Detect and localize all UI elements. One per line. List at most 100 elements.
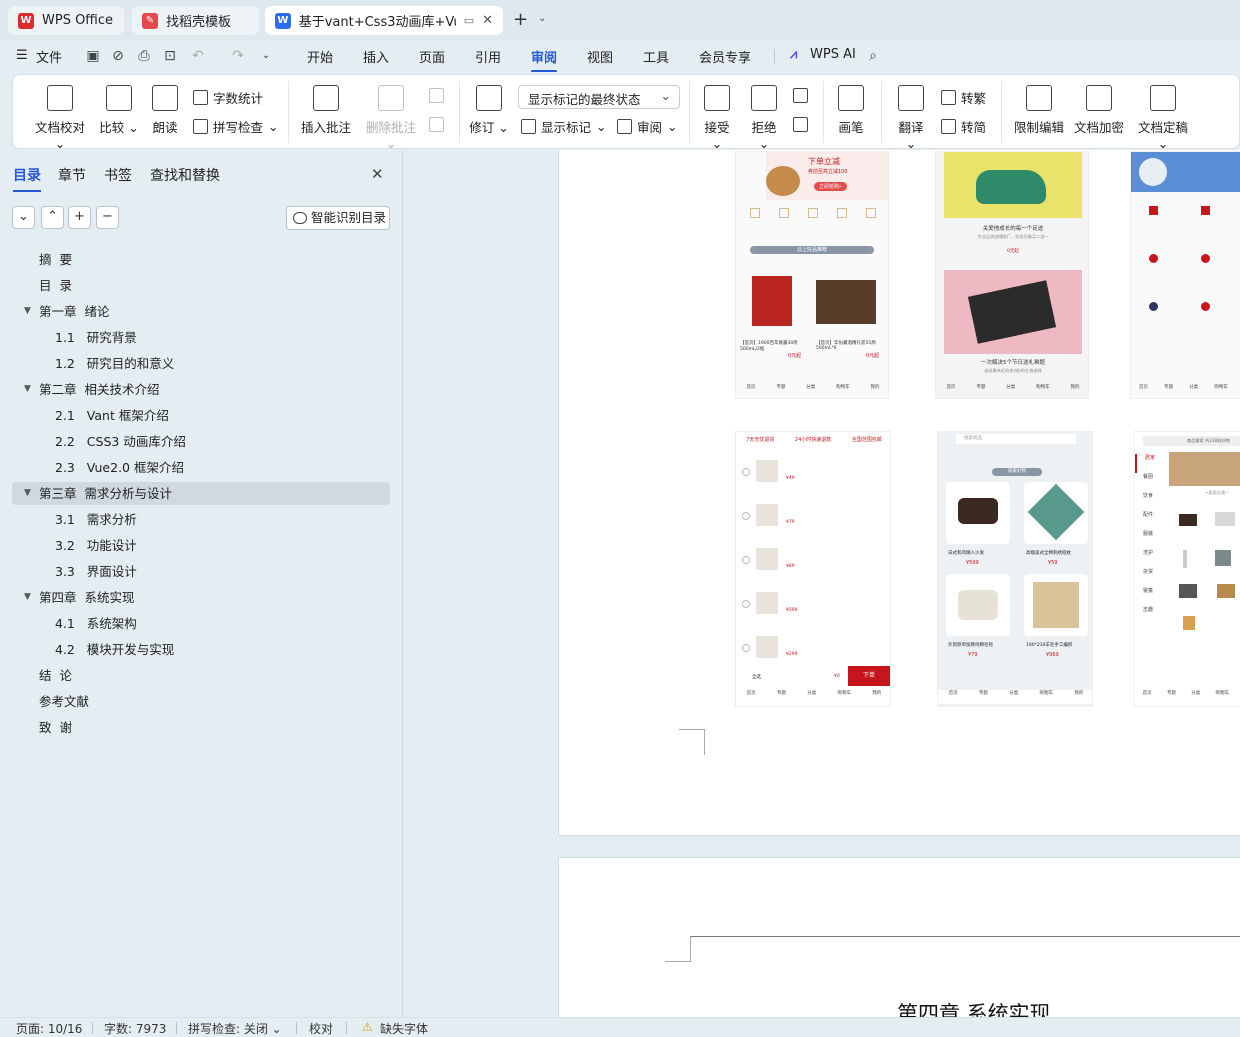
tab-docer-templates[interactable]: ✎ 找稻壳模板 — [132, 6, 259, 35]
prev-comment-button[interactable] — [429, 88, 444, 103]
hamburger-icon[interactable]: ☰ — [16, 48, 28, 63]
toc-item[interactable]: 2.1 Vant 框架介绍 — [12, 404, 390, 427]
nav-item: 购物车 — [1036, 385, 1050, 390]
tab-find-replace[interactable]: 查找和替换 — [150, 165, 220, 185]
nav-item: 首页 — [746, 691, 756, 696]
encrypt-button[interactable]: 文档加密 — [1073, 85, 1125, 136]
menu-insert[interactable]: 插入 — [363, 47, 389, 66]
checkbox-icon — [742, 556, 750, 564]
toc-item[interactable]: ▼ 第四章 系统实现 — [12, 586, 390, 609]
search-icon[interactable]: ⌕ — [865, 48, 881, 64]
toc-item[interactable]: 3.1 需求分析 — [12, 508, 390, 531]
tab-toc[interactable]: 目录 — [13, 165, 41, 192]
export-icon[interactable]: ⊘ — [110, 48, 126, 64]
toc-item-label: 2.3 Vue2.0 框架介绍 — [55, 460, 184, 475]
menu-review[interactable]: 审阅 — [531, 47, 558, 72]
tab-chapters[interactable]: 章节 — [58, 165, 86, 185]
to-simplified-button[interactable]: 转简 — [941, 117, 986, 136]
collapse-all-button[interactable]: ⌄ — [12, 206, 35, 229]
reject-button[interactable]: 拒绝 ⌄ — [746, 85, 782, 151]
menu-member[interactable]: 会员专享 — [699, 47, 751, 66]
toc-item[interactable]: 结 论 — [12, 664, 390, 687]
menu-view[interactable]: 视图 — [587, 47, 613, 66]
smart-toc-button[interactable]: 智能识别目录 — [286, 206, 390, 230]
spell-check-button[interactable]: 拼写检查 ⌄ — [193, 117, 279, 136]
expand-arrow-icon[interactable]: ▼ — [24, 586, 31, 609]
chevron-down-icon[interactable]: ⌄ — [538, 13, 546, 24]
finalize-button[interactable]: 文档定稿 ⌄ — [1133, 85, 1193, 151]
next-change-button[interactable] — [793, 117, 808, 132]
delete-comment-button[interactable]: 删除批注 ⌄ — [360, 85, 422, 151]
remove-heading-button[interactable]: − — [96, 206, 119, 229]
restrict-edit-button[interactable]: 限制编辑 — [1013, 85, 1065, 136]
expand-arrow-icon[interactable]: ▼ — [24, 378, 31, 401]
category-row — [740, 208, 886, 228]
menu-start[interactable]: 开始 — [307, 47, 333, 66]
toc-item[interactable]: ▼ 第二章 相关技术介绍 — [12, 378, 390, 401]
print-icon[interactable]: ⎙ — [136, 48, 152, 64]
to-traditional-button[interactable]: 转繁 — [941, 88, 986, 107]
markup-state-select[interactable]: 显示标记的最终状态 ⌄ — [518, 85, 680, 109]
wps-ai-icon[interactable]: ⩘ — [790, 47, 797, 62]
menu-page[interactable]: 页面 — [419, 47, 445, 66]
missing-font-status[interactable]: 缺失字体 — [380, 1020, 428, 1037]
pen-button[interactable]: 画笔 — [835, 85, 867, 136]
toc-item[interactable]: 致 谢 — [12, 716, 390, 739]
toc-item[interactable]: 3.2 功能设计 — [12, 534, 390, 557]
more-chevron-icon[interactable]: ⌄ — [258, 48, 274, 64]
toc-item[interactable]: ▼ 第一章 绪论 — [12, 300, 390, 323]
compare-button[interactable]: 比较 ⌄ — [99, 85, 139, 136]
toc-item[interactable]: 1.1 研究背景 — [12, 326, 390, 349]
toc-item[interactable]: 摘 要 — [12, 248, 390, 271]
encrypt-icon — [1086, 85, 1112, 111]
topic-subcaption: 送给最亲近的他(她)的礼物选择 — [984, 368, 1042, 373]
accept-button[interactable]: 接受 ⌄ — [699, 85, 735, 151]
prev-change-button[interactable] — [793, 88, 808, 103]
toc-item[interactable]: 目 录 — [12, 274, 390, 297]
translate-button[interactable]: 翻译 ⌄ — [893, 85, 929, 151]
product-image — [816, 280, 876, 324]
toc-item[interactable]: 3.3 界面设计 — [12, 560, 390, 583]
tab-current-document[interactable]: W 基于vant+Css3动画库+Vue2. ▭ ✕ — [265, 6, 503, 35]
search-bar: 搜索商品 — [956, 434, 1076, 444]
menu-file[interactable]: 文件 — [36, 47, 62, 66]
tab-wps-office[interactable]: W WPS Office — [8, 6, 124, 35]
page-indicator[interactable]: 页面: 10/16 — [16, 1020, 82, 1037]
close-tab-icon[interactable]: ✕ — [482, 13, 493, 28]
redo-icon[interactable]: ↷ — [230, 48, 246, 64]
menu-reference[interactable]: 引用 — [475, 47, 501, 66]
review-pane-button[interactable]: 审阅 ⌄ — [617, 117, 678, 136]
new-tab-icon[interactable]: + — [513, 9, 528, 30]
menu-wps-ai[interactable]: WPS AI — [810, 47, 856, 62]
toc-item[interactable]: 2.3 Vue2.0 框架介绍 — [12, 456, 390, 479]
save-icon[interactable]: ▣ — [85, 48, 101, 64]
word-count[interactable]: 字数: 7973 — [104, 1020, 166, 1037]
show-markup-button[interactable]: 显示标记 ⌄ — [521, 117, 607, 136]
add-heading-button[interactable]: + — [68, 206, 91, 229]
spell-check-status[interactable]: 拼写检查: 关闭 ⌄ — [188, 1020, 282, 1037]
toc-item[interactable]: 参考文献 — [12, 690, 390, 713]
category-item: 餐厨 — [1143, 474, 1154, 480]
read-aloud-button[interactable]: 朗读 — [148, 85, 182, 136]
close-icon[interactable]: ✕ — [371, 165, 384, 183]
expand-arrow-icon[interactable]: ▼ — [24, 482, 31, 505]
cart-item-price: ¥79 — [786, 520, 795, 525]
toc-item[interactable]: 4.2 模块开发与实现 — [12, 638, 390, 661]
proofread-button[interactable]: 文档校对 ⌄ — [29, 85, 91, 151]
toc-item[interactable]: 2.2 CSS3 动画库介绍 — [12, 430, 390, 453]
toc-item[interactable]: ▼ 第三章 需求分析与设计 — [12, 482, 390, 505]
menu-tools[interactable]: 工具 — [643, 47, 669, 66]
expand-arrow-icon[interactable]: ▼ — [24, 300, 31, 323]
proofread-status[interactable]: 校对 — [309, 1020, 333, 1037]
print-preview-icon[interactable]: ⊡ — [162, 48, 178, 64]
expand-up-button[interactable]: ⌃ — [41, 206, 64, 229]
track-changes-button[interactable]: 修订 ⌄ — [469, 85, 509, 136]
insert-comment-button[interactable]: 插入批注 — [299, 85, 353, 136]
tab-bookmarks[interactable]: 书签 — [104, 165, 132, 185]
word-count-button[interactable]: 字数统计 — [193, 88, 263, 107]
document-canvas[interactable]: 下单立减 券前至高立减100 立即抢购» 云上好品推荐 【首页】1900百年真酱… — [403, 150, 1240, 1017]
toc-item[interactable]: 4.1 系统架构 — [12, 612, 390, 635]
toc-item[interactable]: 1.2 研究目的和意义 — [12, 352, 390, 375]
undo-icon[interactable]: ↶ — [190, 48, 206, 64]
next-comment-button[interactable] — [429, 117, 444, 132]
